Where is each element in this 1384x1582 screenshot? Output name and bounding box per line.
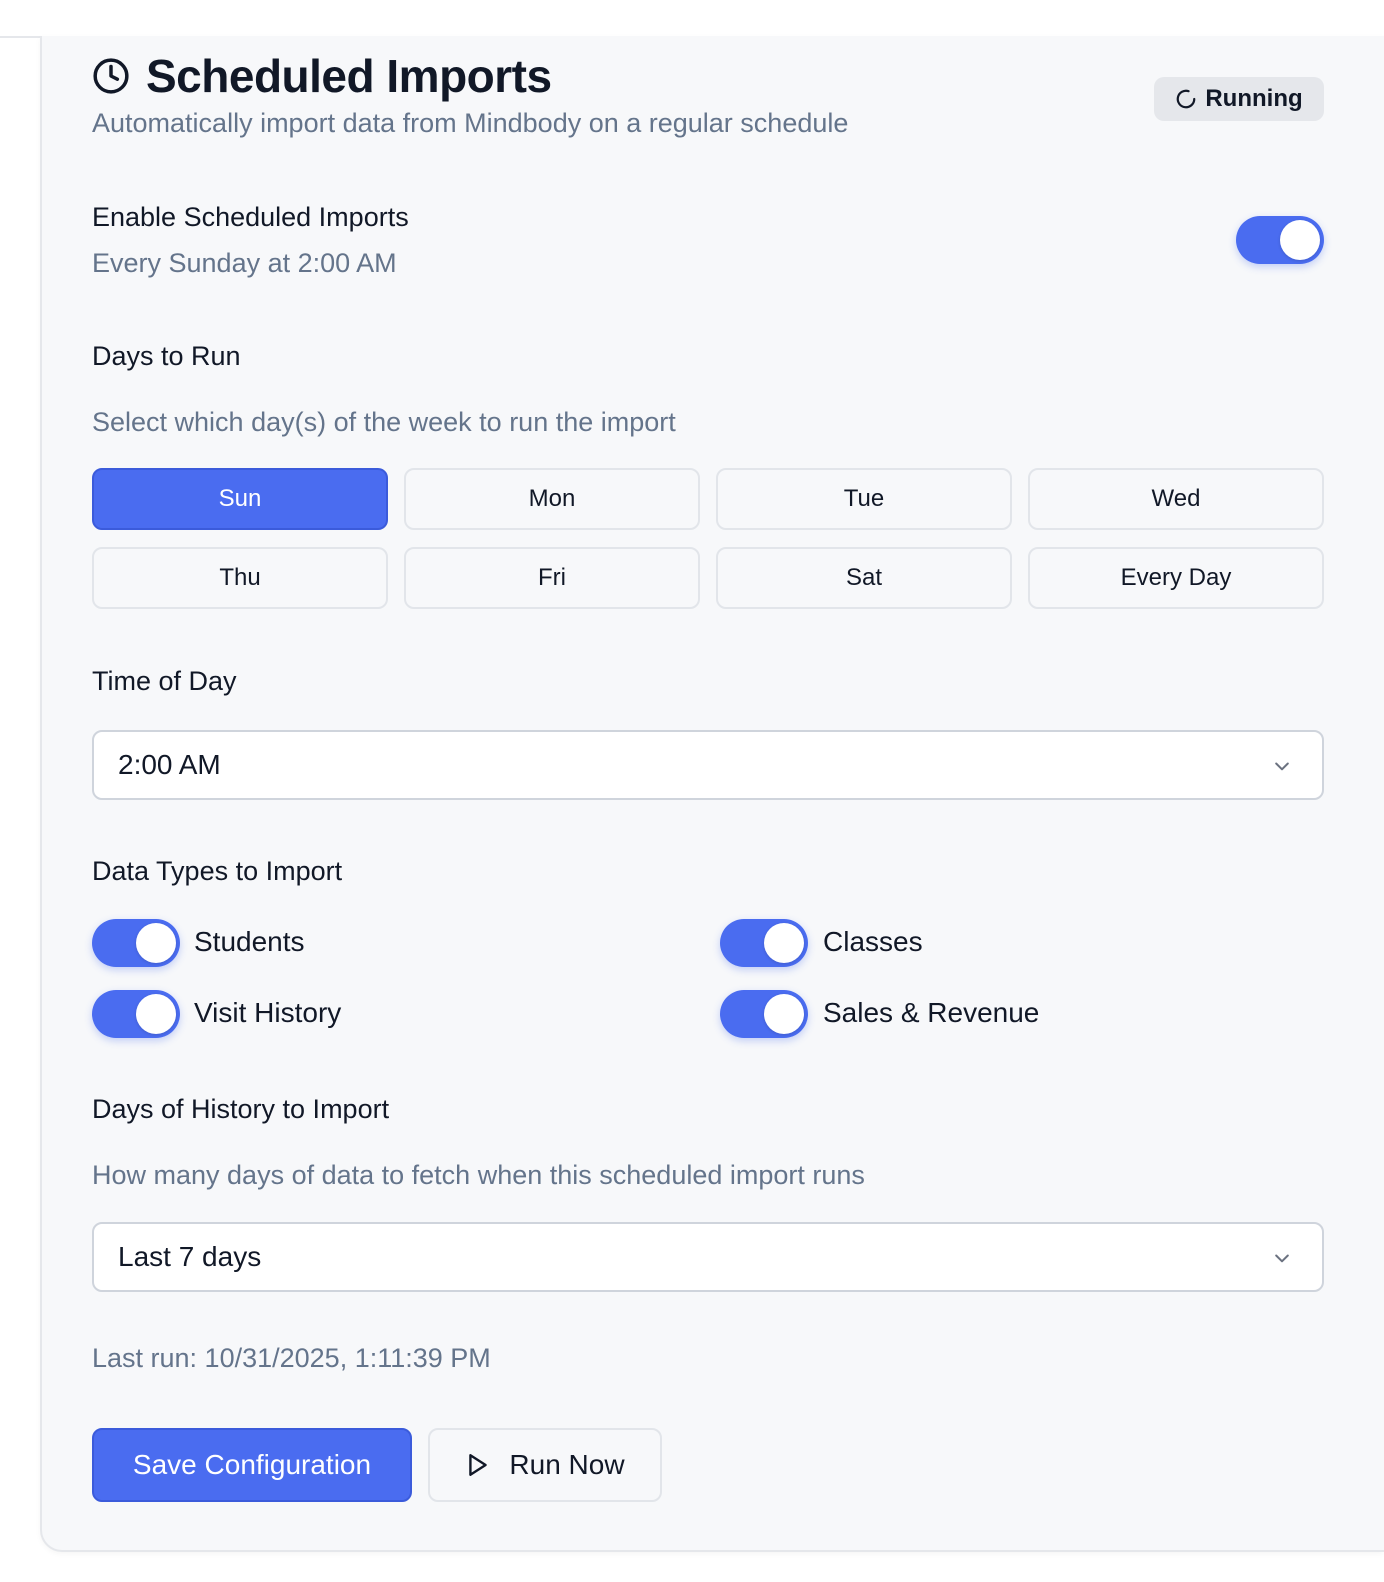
clock-icon <box>93 58 129 94</box>
day-button-thu[interactable]: Thu <box>92 547 388 609</box>
chevron-down-icon <box>1275 762 1289 771</box>
top-bar <box>0 0 1384 38</box>
day-button-fri[interactable]: Fri <box>404 547 700 609</box>
days-of-history-label: Days of History to Import <box>92 1094 390 1124</box>
last-run-text: Last run: 10/31/2025, 1:11:39 PM <box>92 1343 491 1373</box>
schedule-summary: Every Sunday at 2:00 AM <box>92 248 397 278</box>
save-configuration-button[interactable]: Save Configuration <box>92 1428 412 1502</box>
play-icon <box>469 1454 488 1476</box>
visit-history-toggle[interactable] <box>92 990 180 1038</box>
day-button-every-day[interactable]: Every Day <box>1028 547 1324 609</box>
status-badge-label: Running <box>1205 85 1303 112</box>
enable-scheduled-imports-toggle[interactable] <box>1236 216 1324 264</box>
days-of-history-help: How many days of data to fetch when this… <box>92 1160 865 1190</box>
day-button-wed[interactable]: Wed <box>1028 468 1324 530</box>
toggle-knob <box>136 923 176 963</box>
classes-toggle[interactable] <box>720 919 808 967</box>
visit-history-label: Visit History <box>194 997 342 1028</box>
toggle-knob <box>764 923 804 963</box>
day-button-tue[interactable]: Tue <box>716 468 1012 530</box>
days-to-run-label: Days to Run <box>92 341 241 371</box>
day-button-sat[interactable]: Sat <box>716 547 1012 609</box>
days-of-history-select[interactable]: Last 7 days <box>92 1222 1324 1292</box>
students-toggle[interactable] <box>92 919 180 967</box>
card-header: Scheduled Imports <box>92 50 552 102</box>
page-subtitle: Automatically import data from Mindbody … <box>92 108 849 138</box>
spinner-icon <box>1177 89 1196 109</box>
days-to-run-help: Select which day(s) of the week to run t… <box>92 407 676 437</box>
time-of-day-label: Time of Day <box>92 666 237 696</box>
time-of-day-value: 2:00 AM <box>118 749 221 780</box>
days-of-history-value: Last 7 days <box>118 1241 262 1272</box>
run-now-button[interactable]: Run Now <box>428 1428 662 1502</box>
data-types-label: Data Types to Import <box>92 856 343 886</box>
day-button-mon[interactable]: Mon <box>404 468 700 530</box>
scheduled-imports-card: Scheduled Imports Automatically import d… <box>40 36 1384 1552</box>
sales-revenue-label: Sales & Revenue <box>823 997 1040 1028</box>
toggle-knob <box>136 994 176 1034</box>
students-label: Students <box>194 926 305 957</box>
chevron-down-icon <box>1275 1254 1289 1263</box>
toggle-knob <box>1280 220 1320 260</box>
page-title: Scheduled Imports <box>146 50 552 102</box>
run-now-label: Run Now <box>509 1449 625 1480</box>
toggle-knob <box>764 994 804 1034</box>
enable-label: Enable Scheduled Imports <box>92 202 409 232</box>
time-of-day-select[interactable]: 2:00 AM <box>92 730 1324 800</box>
sales-revenue-toggle[interactable] <box>720 990 808 1038</box>
day-button-sun[interactable]: Sun <box>92 468 388 530</box>
status-badge: Running <box>1154 77 1324 121</box>
classes-label: Classes <box>823 926 923 957</box>
